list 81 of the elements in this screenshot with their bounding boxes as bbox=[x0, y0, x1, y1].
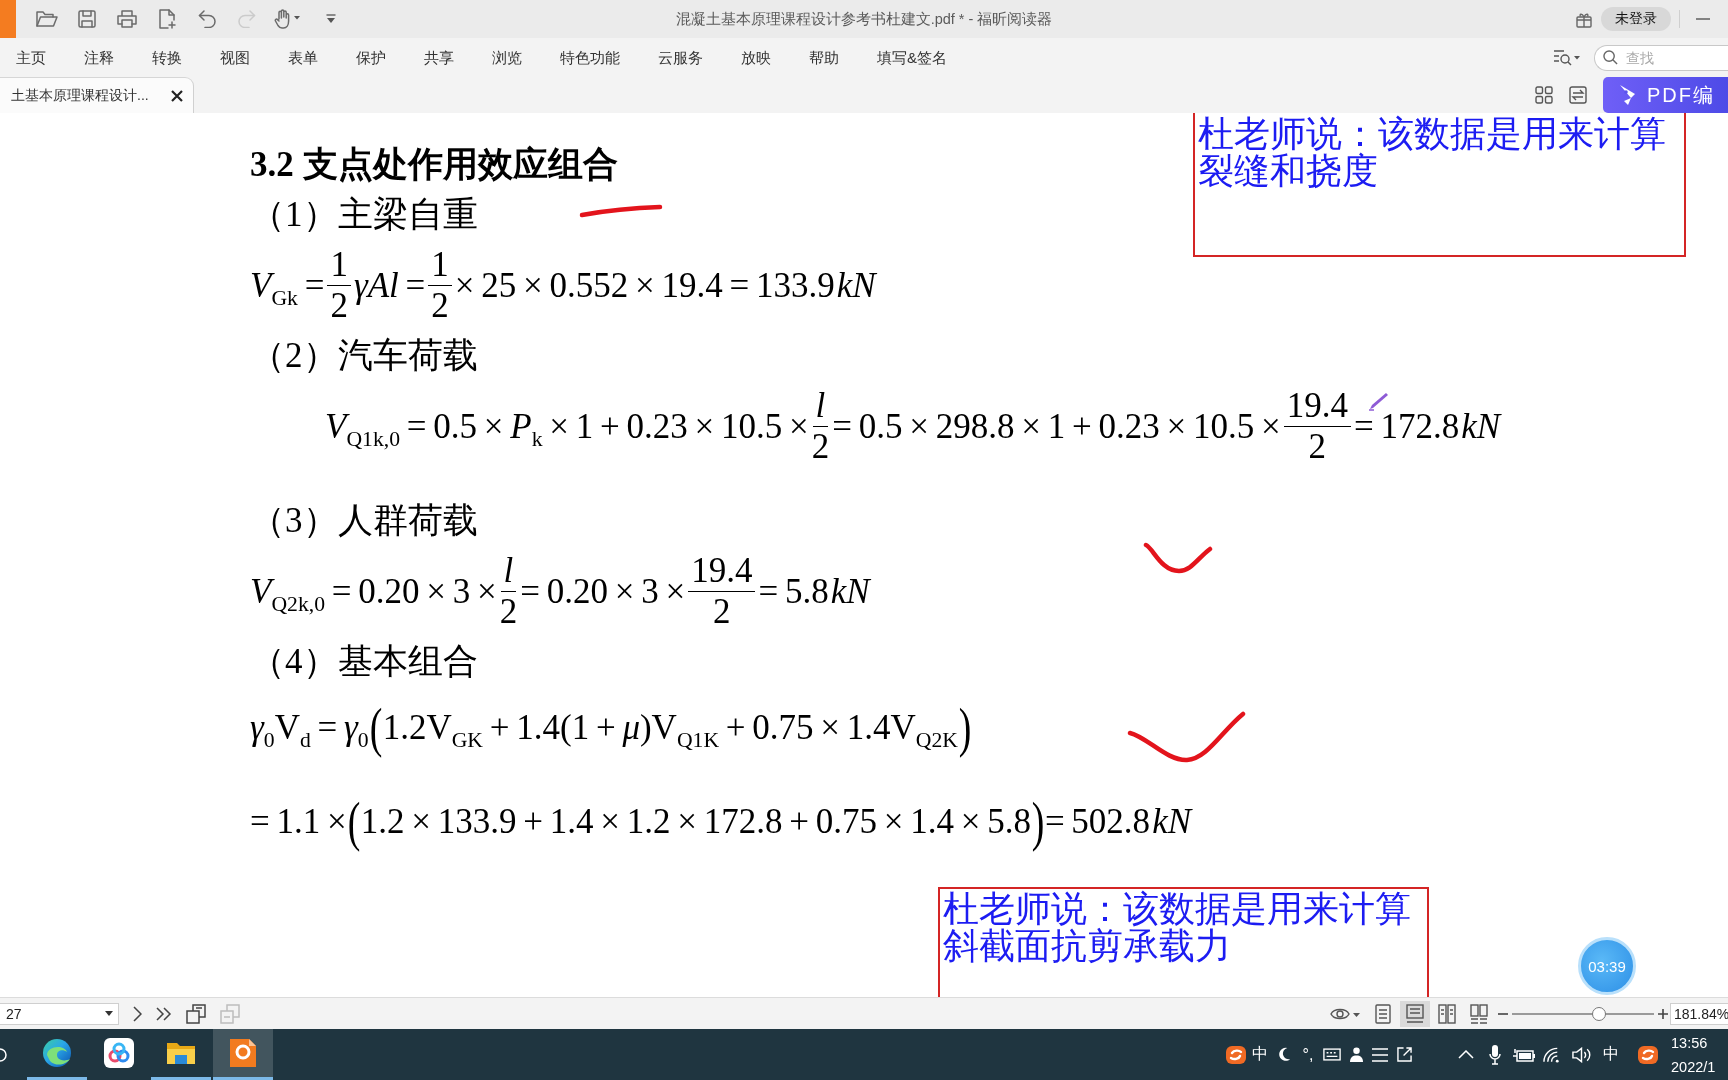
pdf-edit-button[interactable]: PDF编 bbox=[1603, 77, 1728, 113]
save-icon[interactable] bbox=[78, 10, 96, 28]
search-options-icon[interactable] bbox=[1553, 49, 1580, 66]
browser-icon bbox=[42, 1038, 72, 1068]
caret-icon bbox=[105, 1011, 113, 1016]
page-number-field[interactable]: 27 bbox=[0, 1002, 119, 1025]
last-page-icon[interactable] bbox=[156, 1006, 172, 1021]
punctuation-mode-label[interactable]: °, bbox=[1296, 1045, 1320, 1064]
check-mark-icon bbox=[1143, 540, 1213, 576]
app-icon bbox=[0, 0, 16, 38]
menu-item[interactable]: 填写&签名 bbox=[858, 38, 966, 77]
check-mark-icon bbox=[1127, 711, 1247, 765]
wifi-icon[interactable] bbox=[1543, 1046, 1562, 1063]
battery-icon[interactable] bbox=[1512, 1047, 1535, 1062]
subsection-heading: （3）人群荷载 bbox=[250, 501, 478, 541]
subsection-heading: （2）汽车荷载 bbox=[250, 336, 478, 376]
zoom-field[interactable]: 181.84% bbox=[1670, 1002, 1728, 1025]
window-title: 混凝土基本原理课程设计参考书杜建文.pdf * - 福昕阅读器 bbox=[675, 9, 1053, 29]
two-page-icon bbox=[1438, 1003, 1456, 1024]
continuous-page-icon bbox=[1406, 1003, 1424, 1024]
comment-box: 杜老师说：该数据是用来计算裂缝和挠度 bbox=[1193, 113, 1686, 257]
clock-time: 13:56 bbox=[1671, 1033, 1709, 1053]
speaker-icon[interactable] bbox=[1572, 1046, 1591, 1063]
menu-item[interactable]: 共享 bbox=[405, 38, 473, 77]
hand-icon[interactable] bbox=[273, 9, 301, 29]
pen-nib-icon bbox=[1617, 84, 1637, 106]
customize-icon[interactable] bbox=[326, 14, 336, 24]
ime-logo-icon[interactable] bbox=[1226, 1045, 1246, 1064]
close-icon[interactable] bbox=[171, 89, 183, 102]
external-link-icon[interactable] bbox=[1396, 1047, 1412, 1062]
menu-item[interactable]: 视图 bbox=[201, 38, 269, 77]
menu-icon[interactable] bbox=[1372, 1047, 1388, 1062]
view-mode-button[interactable] bbox=[1400, 1000, 1430, 1027]
grid-view-icon[interactable] bbox=[1535, 86, 1553, 104]
menu-item[interactable]: 浏览 bbox=[473, 38, 541, 77]
ink-stroke-icon bbox=[579, 203, 663, 219]
single-page-icon bbox=[1375, 1003, 1391, 1024]
new-page-icon[interactable] bbox=[158, 9, 176, 29]
folder-icon[interactable] bbox=[36, 10, 58, 28]
clock-date: 2022/1 bbox=[1671, 1057, 1717, 1077]
pdf-app-icon bbox=[229, 1038, 257, 1068]
printer-icon[interactable] bbox=[117, 10, 137, 28]
login-button[interactable]: 未登录 bbox=[1601, 7, 1671, 31]
zoom-out-icon[interactable] bbox=[1498, 1012, 1508, 1015]
menu-item[interactable]: 主页 bbox=[0, 38, 65, 77]
moon-icon[interactable] bbox=[1277, 1047, 1291, 1062]
formula: γ$_{0}$V$_{d}$ = γ$_{0}$(1.2V$_{GK}$ + 1.4(1 + μ)V$_{Q1K}$ + 0.75 × 1.4V$_{Q2K}$) bbox=[250, 698, 969, 758]
microphone-icon[interactable] bbox=[1488, 1044, 1501, 1065]
ring-icon[interactable] bbox=[0, 1047, 7, 1062]
menu-item[interactable]: 转换 bbox=[133, 38, 201, 77]
pen-cursor-icon bbox=[1368, 393, 1390, 411]
menu-item[interactable]: 注释 bbox=[65, 38, 133, 77]
menu-item[interactable]: 特色功能 bbox=[541, 38, 639, 77]
chevron-up-icon[interactable] bbox=[1457, 1050, 1474, 1059]
taskbar-app-button[interactable] bbox=[213, 1029, 273, 1080]
person-icon[interactable] bbox=[1349, 1047, 1363, 1062]
menu-item[interactable]: 保护 bbox=[337, 38, 405, 77]
undo-icon[interactable] bbox=[198, 10, 216, 28]
ime-mode-label[interactable]: 中 bbox=[1248, 1044, 1272, 1065]
next-page-icon[interactable] bbox=[133, 1005, 142, 1022]
ime-logo-icon[interactable] bbox=[1637, 1045, 1658, 1064]
search-icon[interactable] bbox=[1603, 50, 1618, 65]
two-page-scroll-icon bbox=[1470, 1003, 1488, 1024]
slider-thumb[interactable] bbox=[1591, 1006, 1606, 1021]
menu-item[interactable]: 帮助 bbox=[790, 38, 858, 77]
language-label[interactable]: 中 bbox=[1596, 1044, 1625, 1065]
keyboard-icon[interactable] bbox=[1323, 1048, 1341, 1061]
zoom-in-icon[interactable] bbox=[1658, 1008, 1668, 1019]
subsection-heading: （4）基本组合 bbox=[250, 642, 478, 682]
page-copy-icon[interactable] bbox=[186, 1003, 206, 1024]
section-heading: 3.2 支点处作用效应组合 bbox=[250, 145, 618, 185]
rings-app-icon bbox=[104, 1038, 134, 1068]
search-field[interactable]: 查找 bbox=[1594, 44, 1728, 71]
formula: = 1.1 ×(1.2 × 133.9 + 1.4 × 1.2 × 172.8 + 0.75 × 1.4 × 5.8)= 502.8kN bbox=[250, 792, 1191, 852]
folder-app-icon bbox=[166, 1040, 196, 1066]
document-tab[interactable]: 土基本原理课程设计... bbox=[0, 77, 194, 113]
menu-item[interactable]: 放映 bbox=[722, 38, 790, 77]
subsection-heading: （1）主梁自重 bbox=[250, 195, 478, 235]
menu-item[interactable]: 云服务 bbox=[639, 38, 722, 77]
swap-icon[interactable] bbox=[1569, 86, 1587, 104]
menu-item[interactable]: 表单 bbox=[269, 38, 337, 77]
